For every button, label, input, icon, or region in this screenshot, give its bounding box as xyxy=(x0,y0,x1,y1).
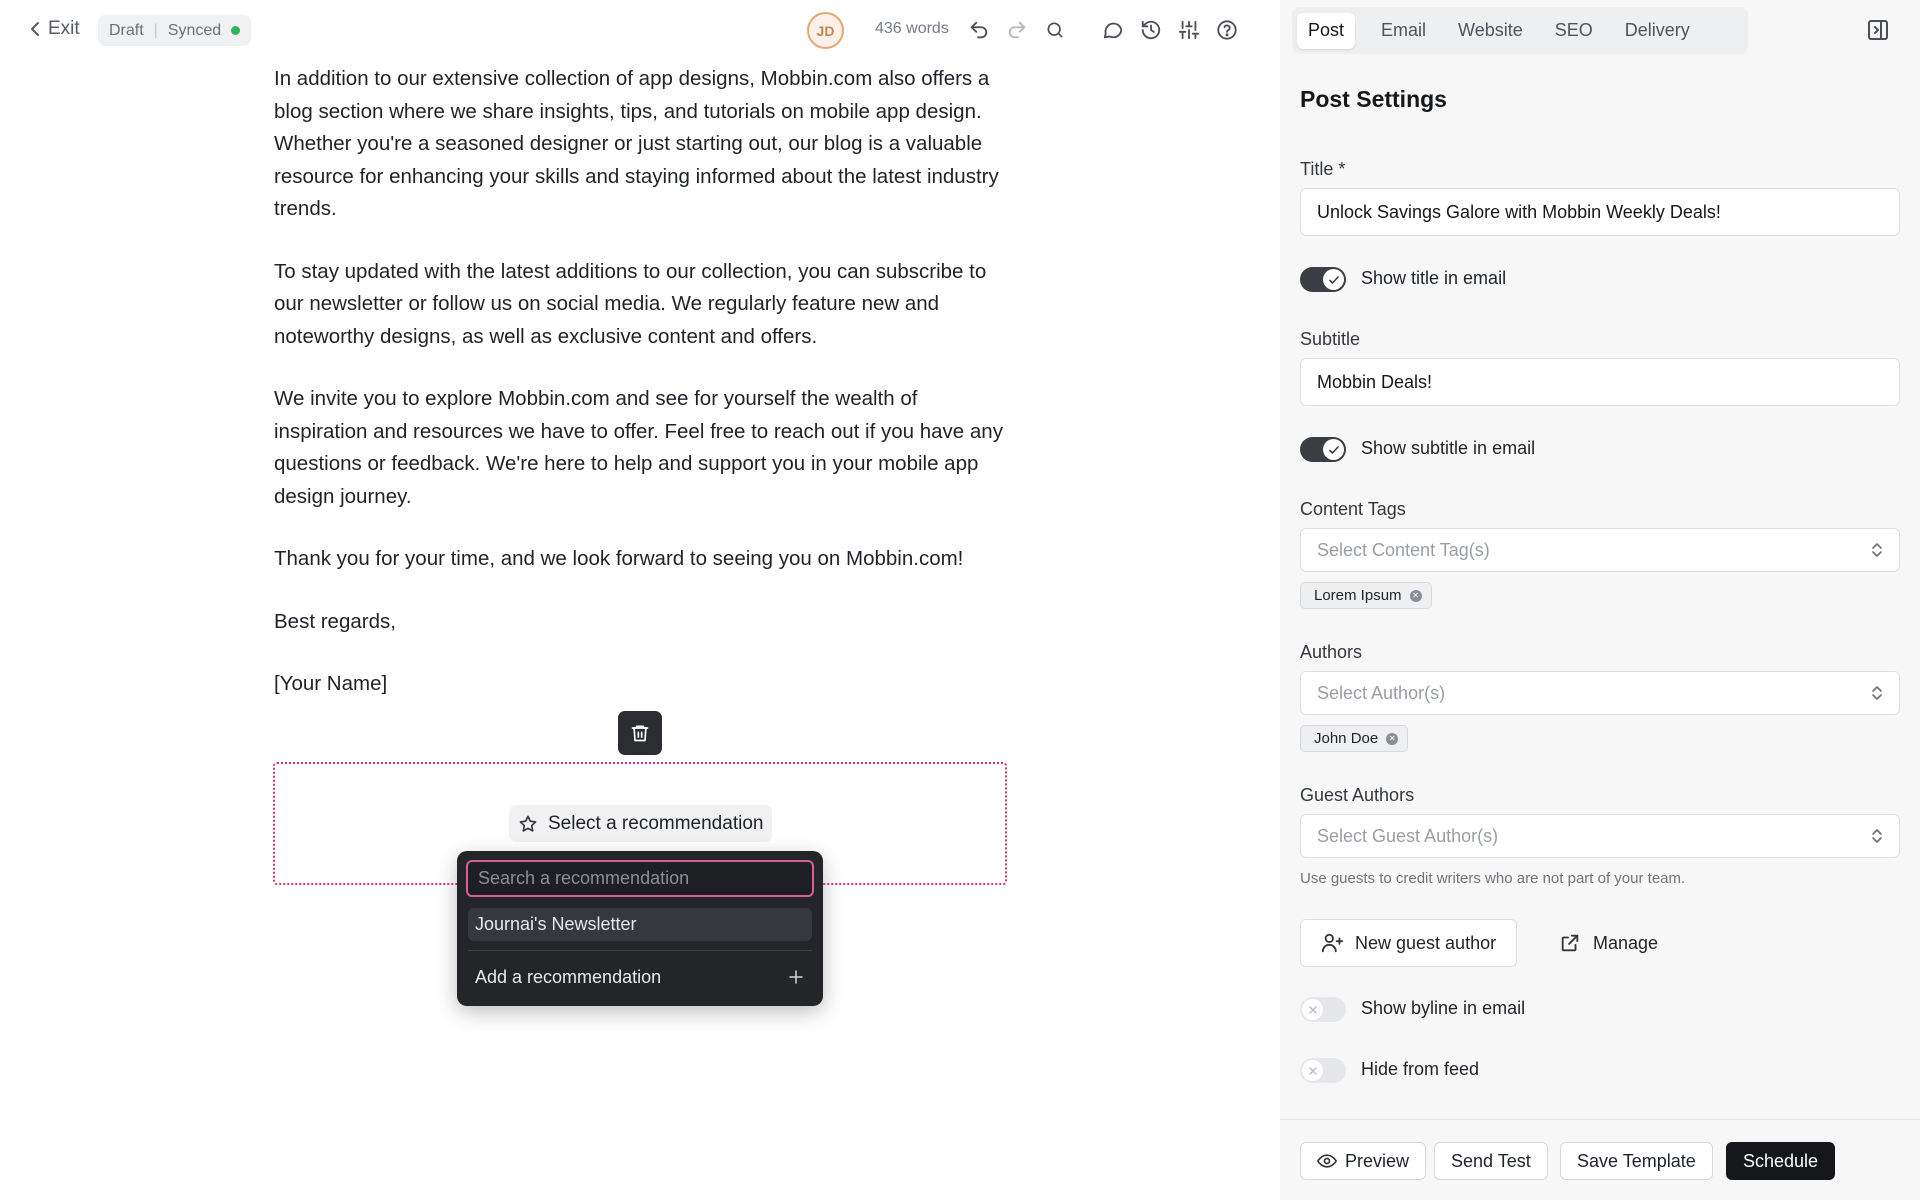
authors-select[interactable]: Select Author(s) xyxy=(1300,671,1900,715)
x-icon xyxy=(1302,1060,1323,1081)
content-tags-label: Content Tags xyxy=(1300,499,1406,519)
guest-help-text: Use guests to credit writers who are not… xyxy=(1300,870,1686,887)
show-byline-label: Show byline in email xyxy=(1361,998,1526,1018)
editor-topbar: Exit Draft | Synced JD 436 words xyxy=(0,0,1280,60)
show-title-label: Show title in email xyxy=(1361,268,1507,288)
word-count: 436 words xyxy=(875,20,949,37)
exit-label: Exit xyxy=(48,18,80,39)
trash-icon xyxy=(630,723,650,743)
redo-icon[interactable] xyxy=(1004,17,1030,43)
tab-seo[interactable]: SEO xyxy=(1544,13,1604,49)
show-title-toggle[interactable] xyxy=(1300,267,1346,292)
dropdown-divider xyxy=(468,950,812,951)
manage-label: Manage xyxy=(1593,932,1659,953)
synced-dot-icon xyxy=(231,26,241,35)
show-subtitle-label: Show subtitle in email xyxy=(1361,438,1536,458)
tab-post[interactable]: Post xyxy=(1297,12,1356,49)
comment-icon[interactable] xyxy=(1100,17,1126,43)
guest-authors-label: Guest Authors xyxy=(1300,785,1415,805)
title-label: Title * xyxy=(1300,159,1346,179)
external-link-icon xyxy=(1559,932,1581,954)
star-icon xyxy=(518,814,538,834)
chevron-left-icon xyxy=(30,21,40,37)
authors-label: Authors xyxy=(1300,642,1363,662)
show-subtitle-toggle[interactable] xyxy=(1300,437,1346,462)
content-tag-label: Lorem Ipsum xyxy=(1314,587,1402,604)
add-recommendation-button[interactable]: Add a recommendation xyxy=(475,963,805,991)
title-input[interactable]: Unlock Savings Galore with Mobbin Weekly… xyxy=(1300,188,1900,236)
settings-tabs: Post Email Website SEO Delivery xyxy=(1292,7,1748,54)
body-paragraph: We invite you to explore Mobbin.com and … xyxy=(274,387,1003,508)
subtitle-input[interactable]: Mobbin Deals! xyxy=(1300,358,1900,406)
user-plus-icon xyxy=(1321,932,1345,954)
preview-label: Preview xyxy=(1345,1150,1410,1171)
save-template-button[interactable]: Save Template xyxy=(1560,1142,1713,1180)
new-guest-author-label: New guest author xyxy=(1355,932,1497,953)
history-icon[interactable] xyxy=(1138,17,1164,43)
search-icon[interactable] xyxy=(1042,17,1068,43)
eye-icon xyxy=(1317,1153,1337,1169)
content-tag-chip: Lorem Ipsum ✕ xyxy=(1300,582,1432,609)
x-icon xyxy=(1302,999,1323,1020)
select-recommendation-button[interactable]: Select a recommendation xyxy=(509,805,773,842)
panel-footer: Preview Send Test Save Template Schedule xyxy=(1280,1119,1920,1200)
preview-button[interactable]: Preview xyxy=(1300,1142,1427,1180)
body-paragraph: Best regards, xyxy=(274,609,396,633)
tab-email[interactable]: Email xyxy=(1370,13,1437,49)
content-tags-placeholder: Select Content Tag(s) xyxy=(1317,539,1490,560)
chevron-updown-icon xyxy=(1871,827,1883,845)
check-icon xyxy=(1323,439,1344,460)
status-badge: Draft | Synced xyxy=(98,15,252,46)
send-test-button[interactable]: Send Test xyxy=(1434,1142,1548,1180)
body-paragraph: To stay updated with the latest addition… xyxy=(274,259,987,348)
delete-card-button[interactable] xyxy=(618,711,662,755)
recommendation-option[interactable]: Journai's Newsletter xyxy=(468,908,812,941)
author-chip: John Doe ✕ xyxy=(1300,725,1409,752)
exit-button[interactable]: Exit xyxy=(30,18,80,40)
recommendation-dropdown: Journai's Newsletter Add a recommendatio… xyxy=(457,851,823,1006)
tab-delivery[interactable]: Delivery xyxy=(1614,13,1701,49)
editor-area: Exit Draft | Synced JD 436 words In addi… xyxy=(0,0,1280,1200)
authors-placeholder: Select Author(s) xyxy=(1317,682,1446,703)
recommendation-search-input[interactable] xyxy=(466,860,814,897)
plus-icon xyxy=(787,968,805,986)
hide-from-feed-toggle[interactable] xyxy=(1300,1058,1346,1083)
settings-panel: Post Email Website SEO Delivery Post Set… xyxy=(1280,0,1920,1200)
remove-tag-icon[interactable]: ✕ xyxy=(1409,589,1422,602)
show-byline-toggle[interactable] xyxy=(1300,997,1346,1022)
status-synced: Synced xyxy=(167,21,222,39)
schedule-button[interactable]: Schedule xyxy=(1726,1142,1836,1180)
body-paragraph: [Your Name] xyxy=(274,672,388,695)
select-recommendation-label: Select a recommendation xyxy=(548,812,764,834)
subtitle-label: Subtitle xyxy=(1300,329,1361,349)
manage-button[interactable]: Manage xyxy=(1559,919,1658,967)
guest-authors-select[interactable]: Select Guest Author(s) xyxy=(1300,814,1900,858)
avatar[interactable]: JD xyxy=(807,12,844,49)
collapse-panel-icon[interactable] xyxy=(1866,18,1890,42)
add-recommendation-label: Add a recommendation xyxy=(475,966,662,987)
chevron-updown-icon xyxy=(1871,541,1883,559)
hide-from-feed-label: Hide from feed xyxy=(1361,1059,1480,1079)
content-tags-select[interactable]: Select Content Tag(s) xyxy=(1300,528,1900,572)
status-draft: Draft xyxy=(109,21,144,39)
new-guest-author-button[interactable]: New guest author xyxy=(1300,919,1518,967)
settings-sliders-icon[interactable] xyxy=(1176,17,1202,43)
chevron-updown-icon xyxy=(1871,684,1883,702)
guest-authors-placeholder: Select Guest Author(s) xyxy=(1317,825,1499,846)
status-divider: | xyxy=(153,21,158,39)
check-icon xyxy=(1323,269,1344,290)
body-paragraph: In addition to our extensive collection … xyxy=(274,67,999,220)
panel-title: Post Settings xyxy=(1300,86,1447,112)
body-paragraph: Thank you for your time, and we look for… xyxy=(274,547,964,570)
remove-author-icon[interactable]: ✕ xyxy=(1386,732,1399,745)
undo-icon[interactable] xyxy=(966,17,992,43)
help-icon[interactable] xyxy=(1214,17,1240,43)
author-label: John Doe xyxy=(1314,730,1379,747)
tab-website[interactable]: Website xyxy=(1447,13,1534,49)
post-body[interactable]: In addition to our extensive collection … xyxy=(274,63,1004,731)
